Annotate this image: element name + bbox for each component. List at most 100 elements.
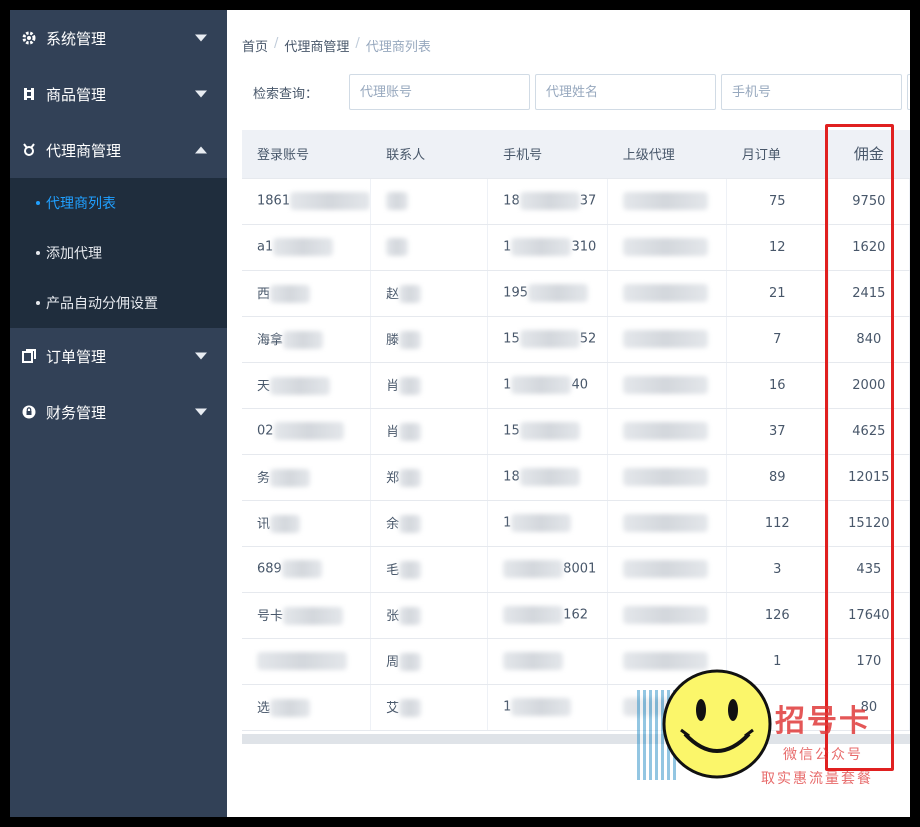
product-icon	[20, 85, 38, 103]
cell-orders: 3	[726, 546, 829, 593]
watermark-line1: 微信公众号	[783, 747, 863, 763]
breadcrumb-separator: /	[274, 36, 279, 51]
cell-orders: 126	[726, 592, 829, 639]
cell-orders: 16	[726, 362, 829, 409]
phone-text: 1	[503, 699, 512, 715]
contact-text: 滕	[386, 332, 400, 348]
cell-phone	[487, 638, 608, 685]
table-row[interactable]: 务郑 18 89 12015	[242, 454, 910, 501]
redacted-blur	[270, 377, 331, 396]
agent-account-input[interactable]	[349, 74, 530, 110]
phone-tail-text: 310	[571, 239, 597, 255]
table-row[interactable]: 讯余 1 112 15120	[242, 500, 910, 547]
redacted-blur	[622, 330, 708, 348]
contact-text: 张	[386, 608, 400, 624]
col-account[interactable]: 登录账号	[242, 130, 372, 179]
cell-contact: 肖	[370, 362, 489, 409]
submenu-label: 添加代理	[46, 246, 102, 262]
submenu-agent-list[interactable]: 代理商列表	[10, 178, 227, 228]
redacted-blur	[270, 469, 311, 488]
redacted-blur	[528, 284, 588, 302]
orders-text: 7	[773, 331, 782, 347]
submenu-label: 产品自动分佣设置	[46, 296, 158, 312]
watermark-title: 招号卡	[775, 704, 871, 739]
account-text: 务	[257, 470, 271, 486]
smiley-sticker-icon	[662, 669, 772, 779]
breadcrumb-level1[interactable]: 代理商管理	[284, 36, 349, 55]
table-row[interactable]: 689 毛 8001 3 435	[242, 546, 910, 593]
table-row[interactable]: 西赵 195 21 2415	[242, 270, 910, 317]
table-row[interactable]: a1 1 310 12 1620	[242, 224, 910, 271]
phone-input[interactable]	[721, 74, 902, 110]
order-icon	[20, 347, 38, 365]
contact-text: 毛	[386, 562, 400, 578]
menu-order[interactable]: 订单管理	[10, 328, 227, 384]
cell-account: 选	[242, 684, 372, 731]
table-row[interactable]: 1861 18 37 75 9750	[242, 178, 910, 225]
redacted-blur	[399, 653, 422, 672]
phone-text: 15	[503, 331, 520, 347]
cell-account: 务	[242, 454, 372, 501]
redacted-blur	[283, 607, 344, 626]
redacted-blur	[519, 330, 580, 348]
submenu-commission-settings[interactable]: 产品自动分佣设置	[10, 278, 227, 328]
menu-finance[interactable]: 财务管理	[10, 384, 227, 440]
search-form: 检索查询：	[253, 74, 910, 110]
breadcrumb-separator: /	[355, 36, 360, 51]
cell-parent	[607, 224, 727, 271]
submenu-add-agent[interactable]: 添加代理	[10, 228, 227, 278]
menu-system[interactable]: 系统管理	[10, 10, 227, 66]
redacted-blur	[622, 376, 708, 394]
table-row[interactable]: 号卡张 162 126 17640	[242, 592, 910, 639]
redacted-blur	[281, 560, 322, 578]
table-row[interactable]: 海拿滕 15 52 7 840	[242, 316, 910, 363]
cell-orders: 7	[726, 316, 829, 363]
table-header-row: 登录账号 联系人 手机号 上级代理 月订单 佣金	[242, 130, 910, 179]
account-text: 1861	[257, 193, 291, 209]
account-text: 讯	[257, 516, 271, 532]
table-row[interactable]: 02 肖 15 37 4625	[242, 408, 910, 455]
redacted-blur	[399, 699, 422, 718]
col-orders[interactable]: 月订单	[726, 130, 829, 179]
col-phone[interactable]: 手机号	[487, 130, 608, 179]
finance-icon	[20, 403, 38, 421]
cell-parent	[607, 500, 727, 547]
cell-account: 号卡	[242, 592, 372, 639]
extra-input[interactable]	[907, 74, 910, 110]
menu-agent[interactable]: 代理商管理	[10, 122, 227, 178]
col-parent[interactable]: 上级代理	[607, 130, 727, 179]
redacted-blur	[399, 423, 422, 442]
cell-orders: 21	[726, 270, 829, 317]
redacted-blur	[386, 192, 409, 210]
redacted-blur	[519, 468, 580, 486]
contact-text: 赵	[386, 286, 400, 302]
contact-text: 余	[386, 516, 400, 532]
col-contact[interactable]: 联系人	[370, 130, 489, 179]
contact-text: 周	[386, 654, 400, 670]
agent-name-input[interactable]	[535, 74, 716, 110]
cell-account: 海拿	[242, 316, 372, 363]
phone-text: 1	[503, 377, 512, 393]
cell-contact: 张	[370, 592, 489, 639]
redacted-blur	[399, 469, 422, 488]
table-row[interactable]: 周 1 170	[242, 638, 910, 685]
cell-contact: 赵	[370, 270, 489, 317]
gear-icon	[20, 29, 38, 47]
main-content: 首页 / 代理商管理 / 代理商列表 检索查询： 登录账号 联系人 手机号	[227, 10, 910, 817]
breadcrumb-home[interactable]: 首页	[242, 36, 268, 55]
cell-contact	[370, 178, 489, 225]
phone-text: 15	[503, 423, 520, 439]
redacted-blur	[399, 285, 422, 304]
cell-account: 西	[242, 270, 372, 317]
table-row[interactable]: 天肖 1 40 16 2000	[242, 362, 910, 409]
account-text: 选	[257, 700, 271, 716]
orders-text: 89	[769, 469, 786, 485]
redacted-blur	[511, 514, 572, 532]
submenu-label: 代理商列表	[46, 196, 116, 212]
contact-text: 肖	[386, 378, 400, 394]
cell-contact: 滕	[370, 316, 489, 363]
contact-text: 肖	[386, 424, 400, 440]
redacted-blur	[511, 238, 572, 256]
menu-product[interactable]: 商品管理	[10, 66, 227, 122]
cell-phone: 1 40	[487, 362, 608, 409]
